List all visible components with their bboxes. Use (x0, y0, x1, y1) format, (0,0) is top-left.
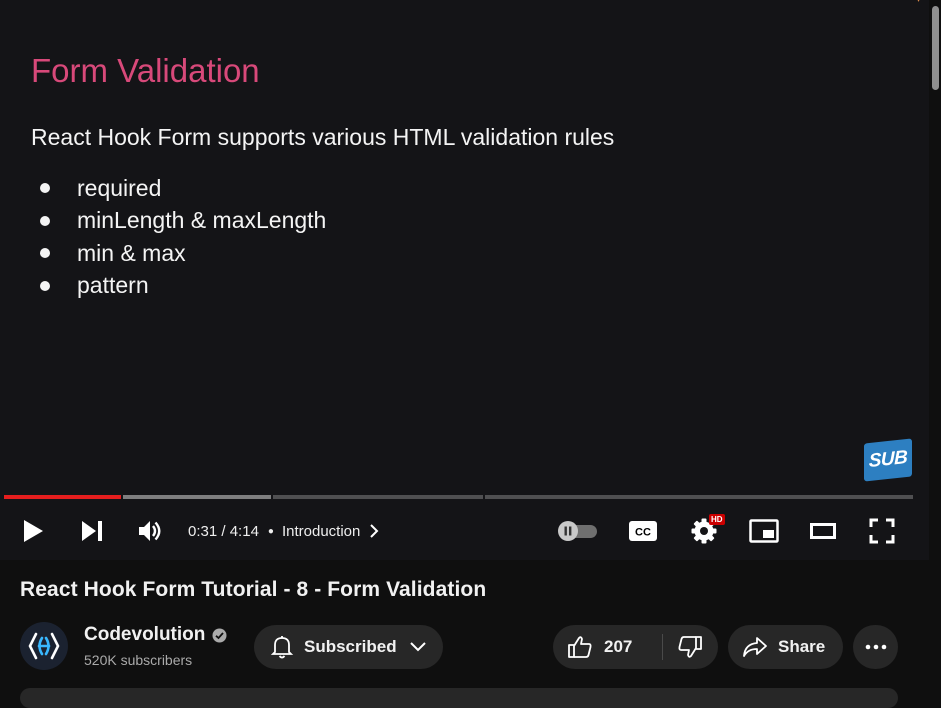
share-button[interactable]: Share (728, 625, 843, 669)
slide-title: Form Validation (31, 52, 260, 89)
channel-name-text: Codevolution (84, 624, 206, 645)
chevron-down-icon (409, 642, 426, 652)
hd-badge: HD (709, 514, 725, 525)
play-button[interactable] (14, 505, 52, 557)
subscriber-count: 520K subscribers (84, 652, 193, 668)
bullet-icon (40, 183, 50, 194)
dot-separator-icon: ● (267, 525, 274, 537)
slide-bullet: minLength & maxLength (40, 205, 326, 238)
corner-indicator-icon: ▾ (916, 0, 921, 5)
like-button[interactable]: 207 (553, 625, 662, 669)
svg-text:CC: CC (635, 527, 651, 539)
like-count: 207 (604, 637, 633, 656)
share-label: Share (778, 637, 826, 656)
page-scrollbar[interactable] (929, 0, 941, 696)
thumbs-down-icon (678, 636, 703, 658)
settings-button[interactable] (684, 505, 724, 557)
subscribed-label: Subscribed (304, 637, 397, 656)
dislike-button[interactable] (663, 625, 718, 669)
slide-bullet: required (40, 172, 326, 205)
volume-icon (139, 521, 161, 541)
bullet-icon (40, 280, 50, 291)
time-separator: / (217, 522, 230, 540)
next-button[interactable] (72, 505, 112, 557)
subscribe-watermark[interactable]: SUB (864, 438, 912, 482)
miniplayer-icon (749, 519, 779, 543)
autoplay-toggle-icon (558, 521, 597, 541)
play-icon (24, 520, 43, 542)
codevolution-logo-icon (28, 632, 60, 660)
subscribed-button[interactable]: Subscribed (254, 625, 443, 669)
miniplayer-button[interactable] (744, 505, 784, 557)
fullscreen-icon (869, 518, 895, 544)
verified-icon (212, 628, 227, 643)
description-box[interactable] (20, 688, 898, 708)
video-title: React Hook Form Tutorial - 8 - Form Vali… (20, 578, 487, 601)
captions-button[interactable]: CC (624, 505, 662, 557)
slide-bullet: min & max (40, 237, 326, 270)
autoplay-toggle[interactable] (554, 505, 600, 557)
chapter-button[interactable]: Introduction (282, 523, 382, 540)
theater-icon (810, 523, 836, 539)
slide-bullet: pattern (40, 270, 326, 303)
chevron-right-icon (370, 524, 379, 538)
chapter-segment[interactable] (273, 495, 483, 499)
fullscreen-button[interactable] (862, 505, 902, 557)
scrollbar-thumb[interactable] (932, 6, 939, 90)
bullet-icon (40, 248, 50, 259)
cc-icon: CC (629, 521, 657, 541)
channel-avatar[interactable] (20, 622, 68, 670)
theater-mode-button[interactable] (803, 505, 843, 557)
volume-button[interactable] (130, 505, 170, 557)
progress-played (4, 495, 121, 499)
chapter-title: Introduction (281, 522, 361, 540)
more-actions-button[interactable] (853, 625, 898, 669)
thumbs-up-icon (568, 636, 592, 658)
player-controls: 0:31 / 4:14 ● Introduction CC HD (0, 505, 929, 557)
video-player[interactable]: Form Validation React Hook Form supports… (0, 0, 929, 560)
total-time: 4:14 (229, 522, 259, 540)
next-icon (82, 521, 102, 541)
progress-bar[interactable] (4, 495, 913, 499)
chapter-segment[interactable] (485, 495, 913, 499)
chapter-segment[interactable] (123, 495, 271, 499)
bullet-icon (40, 215, 50, 226)
share-icon (743, 637, 767, 657)
time-display: 0:31 / 4:14 ● Introduction (188, 505, 382, 557)
bell-icon (270, 636, 294, 659)
slide-intro-text: React Hook Form supports various HTML va… (31, 124, 615, 150)
more-horizontal-icon (865, 644, 886, 650)
slide-bullet-list: required minLength & maxLength min & max… (40, 172, 326, 302)
like-dislike-group: 207 (553, 625, 718, 669)
channel-name[interactable]: Codevolution (84, 624, 227, 646)
current-time: 0:31 (188, 522, 218, 540)
